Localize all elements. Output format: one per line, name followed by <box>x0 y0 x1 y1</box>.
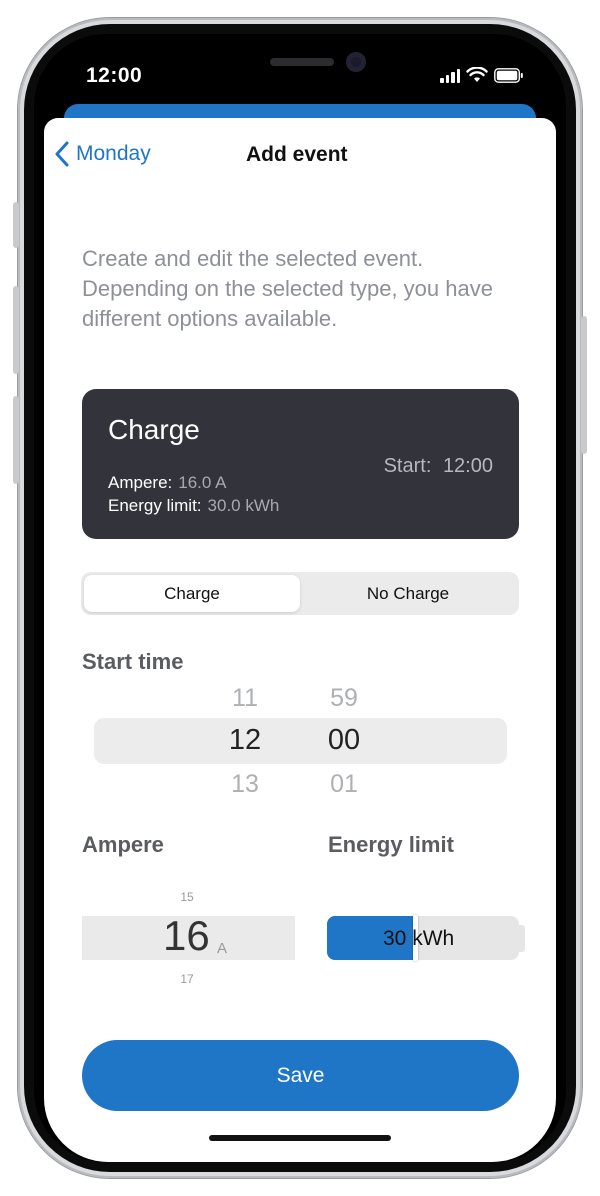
cellular-signal-icon <box>440 67 460 83</box>
side-button-power <box>581 316 587 454</box>
ampere-next[interactable]: 17 <box>172 972 202 986</box>
chevron-left-icon <box>55 141 69 167</box>
card-energy-row: Energy limit: 30.0 kWh <box>108 496 279 516</box>
minute-prev[interactable]: 59 <box>314 684 374 713</box>
page-title: Add event <box>246 143 348 166</box>
status-time: 12:00 <box>86 64 143 87</box>
side-button-volume-down <box>13 396 19 484</box>
side-button-volume-up <box>13 286 19 374</box>
minute-selected[interactable]: 00 <box>314 724 374 757</box>
event-type-segmented-control: Charge No Charge <box>81 572 519 615</box>
time-picker-selection-band[interactable] <box>94 718 507 764</box>
status-icons <box>440 66 524 84</box>
segment-no-charge[interactable]: No Charge <box>300 575 516 612</box>
ampere-unit: A <box>217 940 228 957</box>
card-start-label: Start: <box>383 455 432 477</box>
card-title: Charge <box>108 414 200 445</box>
hour-prev[interactable]: 11 <box>215 684 275 713</box>
energy-limit-value: 30 kWh <box>383 927 454 951</box>
card-energy-label: Energy limit: <box>108 496 202 515</box>
start-time-label: Start time <box>82 649 184 674</box>
front-camera <box>346 52 366 72</box>
back-button[interactable]: Monday <box>54 141 151 167</box>
back-button-label: Monday <box>76 142 151 165</box>
ampere-label: Ampere <box>82 832 164 857</box>
hour-next[interactable]: 13 <box>215 770 275 799</box>
minute-next[interactable]: 01 <box>314 770 374 799</box>
card-start-value: 12:00 <box>442 455 493 477</box>
hour-selected[interactable]: 12 <box>215 724 275 757</box>
card-ampere-row: Ampere: 16.0 A <box>108 473 226 493</box>
wifi-icon <box>466 67 488 82</box>
ampere-selected[interactable]: 16 <box>163 912 210 960</box>
save-button[interactable]: Save <box>82 1040 519 1111</box>
energy-limit-unit: kWh <box>412 927 455 950</box>
event-summary-card: Charge Start: 12:00 Ampere: 16.0 A Energy… <box>82 389 519 539</box>
speaker-grille <box>270 58 334 66</box>
intro-text: Create and edit the selected event. Depe… <box>82 246 493 331</box>
card-energy-value: 30.0 kWh <box>207 496 280 515</box>
battery-icon <box>494 67 523 83</box>
side-button-silent <box>13 202 19 248</box>
energy-limit-number: 30 <box>383 927 407 950</box>
segment-charge[interactable]: Charge <box>84 575 300 612</box>
home-indicator <box>209 1135 391 1141</box>
ampere-prev[interactable]: 15 <box>172 890 202 904</box>
card-ampere-label: Ampere: <box>108 473 173 492</box>
card-start: Start: 12:00 <box>384 455 493 478</box>
energy-limit-slider-cap <box>519 925 525 952</box>
card-ampere-value: 16.0 A <box>178 473 227 492</box>
energy-limit-label: Energy limit <box>328 832 454 857</box>
